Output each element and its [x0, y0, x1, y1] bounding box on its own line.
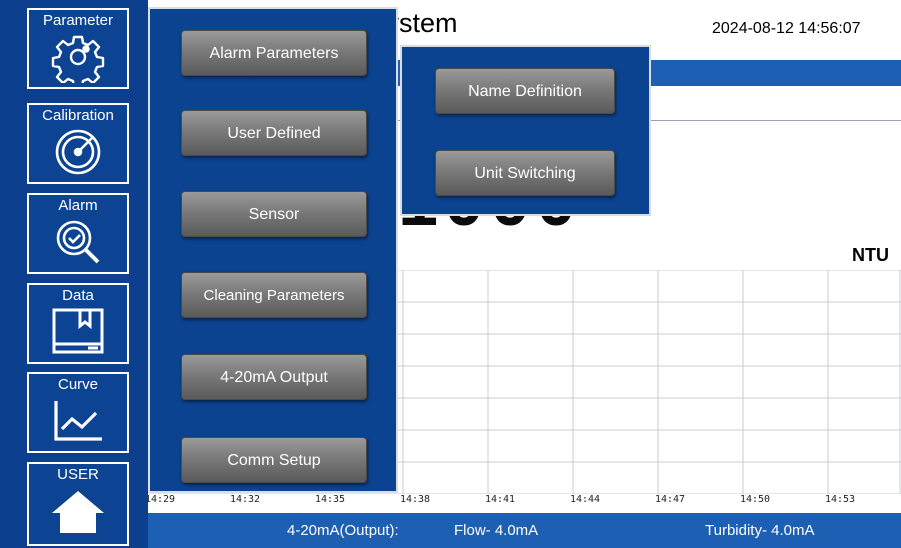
chart-x-axis: 14:29 14:32 14:35 14:38 14:41 14:44 14:47 14:50… [144, 494, 901, 512]
nav-label-alarm: Alarm [58, 197, 98, 214]
nav-label-user: USER [57, 466, 99, 483]
data-box-icon [52, 308, 104, 354]
x-tick-label: 14:44 [569, 494, 601, 505]
reading-unit: NTU [852, 245, 889, 265]
flow-output: Flow- 4.0mA [454, 522, 539, 539]
sensor-button[interactable]: Sensor [181, 191, 367, 237]
left-nav: Parameter Calibration Alarm Data Curve U… [0, 0, 148, 548]
nav-data-button[interactable]: Data [27, 283, 129, 364]
nav-alarm-button[interactable]: Alarm [27, 193, 129, 274]
nav-label-calibration: Calibration [42, 107, 114, 124]
nav-label-data: Data [62, 287, 94, 304]
cleaning-parameters-button[interactable]: Cleaning Parameters [181, 272, 367, 318]
nav-user-button[interactable]: USER [27, 462, 129, 546]
alarm-parameters-button[interactable]: Alarm Parameters [181, 30, 367, 76]
datetime-display: 2024-08-12 14:56:07 [712, 20, 861, 37]
nav-calibration-button[interactable]: Calibration [27, 103, 129, 184]
status-bar: 4-20mA(Output): Flow- 4.0mA Turbidity- 4… [148, 513, 901, 548]
nav-label-curve: Curve [57, 376, 98, 393]
line-chart-icon [54, 401, 102, 441]
parameter-menu: Alarm Parameters User Defined Sensor Cle… [148, 7, 398, 493]
comm-setup-button[interactable]: Comm Setup [181, 437, 367, 483]
x-tick-label: 14:29 [144, 494, 176, 505]
x-tick-label: 14:50 [739, 494, 771, 505]
output-4-20ma-button[interactable]: 4-20mA Output [181, 354, 367, 400]
gauge-icon [55, 129, 101, 175]
name-definition-button[interactable]: Name Definition [435, 68, 615, 114]
home-icon [52, 491, 104, 533]
x-tick-label: 14:38 [399, 494, 431, 505]
x-tick-label: 14:53 [824, 494, 856, 505]
nav-label-parameter: Parameter [42, 12, 114, 29]
user-defined-submenu: Name Definition Unit Switching [400, 45, 651, 216]
x-tick-label: 14:35 [314, 494, 346, 505]
nav-curve-button[interactable]: Curve [27, 372, 129, 453]
turbidity-output: Turbidity- 4.0mA [705, 522, 815, 539]
x-tick-label: 14:41 [484, 494, 516, 505]
x-tick-label: 14:32 [229, 494, 261, 505]
magnifier-icon [56, 220, 100, 264]
user-defined-button[interactable]: User Defined [181, 110, 367, 156]
output-label: 4-20mA(Output): [287, 522, 399, 539]
gear-icon [51, 35, 105, 83]
unit-switching-button[interactable]: Unit Switching [435, 150, 615, 196]
x-tick-label: 14:47 [654, 494, 686, 505]
nav-parameter-button[interactable]: Parameter [27, 8, 129, 89]
